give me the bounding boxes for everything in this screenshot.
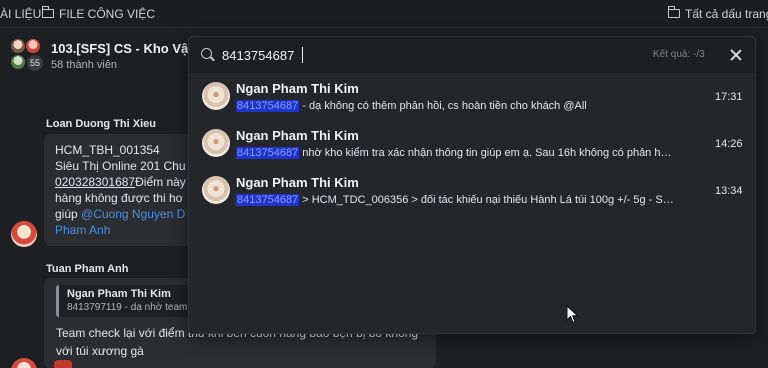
result-snippet: 8413754687 nhờ kho kiểm tra xác nhận thô… <box>236 147 676 159</box>
message-line: giúp @Cuong Nguyen D <box>55 206 194 222</box>
message-line: với túi xương gà <box>56 344 144 358</box>
bookmark-label: FILE CÔNG VIỆC <box>59 6 156 21</box>
search-highlight: 8413754687 <box>236 147 300 159</box>
bookmark-label: ÀI LIỆU <box>0 6 42 21</box>
search-icon <box>201 48 212 59</box>
avatar[interactable] <box>11 221 37 247</box>
avatar <box>202 176 230 204</box>
member-avatar <box>10 38 26 54</box>
search-bar: Kết quả: -/3 <box>189 37 755 73</box>
search-result-item[interactable]: Ngan Pham Thi Kim 8413754687 > HCM_TDC_0… <box>189 171 755 217</box>
message-line: HCM_TBH_001354 <box>55 143 160 157</box>
result-snippet: 8413754687 > HCM_TDC_006356 > đối tác kh… <box>236 194 676 206</box>
message-line: Siêu Thị Online 201 Chu <box>55 159 186 173</box>
phone-link[interactable]: 0328301687 <box>68 175 135 189</box>
reaction-icon[interactable] <box>54 360 72 368</box>
result-sender: Ngan Pham Thi Kim <box>236 128 359 143</box>
message-search-panel: Kết quả: -/3 Ngan Pham Thi Kim 841375468… <box>188 36 756 334</box>
mention-link[interactable]: @Cuong Nguyen D <box>81 207 185 221</box>
folder-icon <box>667 6 680 18</box>
quote-text: 8413797119 - dạ nhờ team <box>67 302 188 313</box>
member-avatar <box>10 54 26 70</box>
close-icon[interactable] <box>727 46 745 64</box>
member-avatar <box>25 38 41 54</box>
result-time: 14:26 <box>715 138 743 150</box>
search-result-item[interactable]: Ngan Pham Thi Kim 8413754687 nhờ kho kiể… <box>189 124 755 170</box>
reply-quote[interactable]: Ngan Pham Thi Kim 8413797119 - dạ nhờ te… <box>56 285 192 317</box>
result-time: 17:31 <box>715 91 743 103</box>
message-sender: Loan Duong Thi Xieu <box>46 118 156 130</box>
result-time: 13:34 <box>715 185 743 197</box>
message-line: 020328301687Điểm này <box>55 174 194 190</box>
avatar[interactable] <box>11 358 37 368</box>
result-text: > HCM_TDC_006356 > đối tác khiếu nại thi… <box>299 194 676 206</box>
bookmark-file-cong-viec[interactable]: FILE CÔNG VIỆC <box>41 0 156 28</box>
search-highlight: 8413754687 <box>236 194 300 206</box>
bookmark-tai-lieu[interactable]: ÀI LIỆU <box>0 0 41 28</box>
all-bookmarks-label: Tất cả dấu trang <box>685 6 768 21</box>
avatar <box>202 129 230 157</box>
app-window: ÀI LIỆU FILE CÔNG VIỆC Tất cả dấu trang … <box>0 0 768 368</box>
result-count: Kết quả: -/3 <box>653 49 705 60</box>
member-count-label[interactable]: 58 thành viên <box>51 59 117 71</box>
search-highlight: 8413754687 <box>236 100 300 112</box>
bookmarks-bar: ÀI LIỆU FILE CÔNG VIỆC Tất cả dấu trang <box>0 0 768 28</box>
quote-sender: Ngan Pham Thi Kim <box>67 288 171 300</box>
message-line: hàng không được thi ho <box>55 191 183 205</box>
result-sender: Ngan Pham Thi Kim <box>236 81 359 96</box>
folder-icon <box>41 6 54 18</box>
result-text: - dạ không có thêm phản hồi, cs hoàn tiề… <box>299 100 587 112</box>
search-result-item[interactable]: Ngan Pham Thi Kim 8413754687 - dạ không … <box>189 77 755 123</box>
text-caret <box>302 47 303 63</box>
member-count-badge: 55 <box>26 54 44 72</box>
message-fragment: giúp <box>55 207 82 221</box>
result-text: nhờ kho kiểm tra xác nhận thông tin giúp… <box>299 147 676 159</box>
result-snippet: 8413754687 - dạ không có thêm phản hồi, … <box>236 100 676 112</box>
message-fragment: Điểm này <box>135 175 186 189</box>
mention-link[interactable]: Pham Anh <box>55 222 194 238</box>
result-sender: Ngan Pham Thi Kim <box>236 175 359 190</box>
avatar <box>202 82 230 110</box>
phone-link-prefix[interactable]: 02 <box>55 175 68 189</box>
message-bubble[interactable]: HCM_TBH_001354 Siêu Thị Online 201 Chu 0… <box>44 134 194 246</box>
mouse-cursor-icon <box>566 305 579 324</box>
search-input[interactable] <box>222 46 602 64</box>
group-avatar[interactable]: 55 <box>10 38 44 72</box>
group-name[interactable]: 103.[SFS] CS - Kho Vận <box>51 41 196 56</box>
all-bookmarks-button[interactable]: Tất cả dấu trang <box>667 0 768 28</box>
message-sender: Tuan Pham Anh <box>46 263 129 275</box>
